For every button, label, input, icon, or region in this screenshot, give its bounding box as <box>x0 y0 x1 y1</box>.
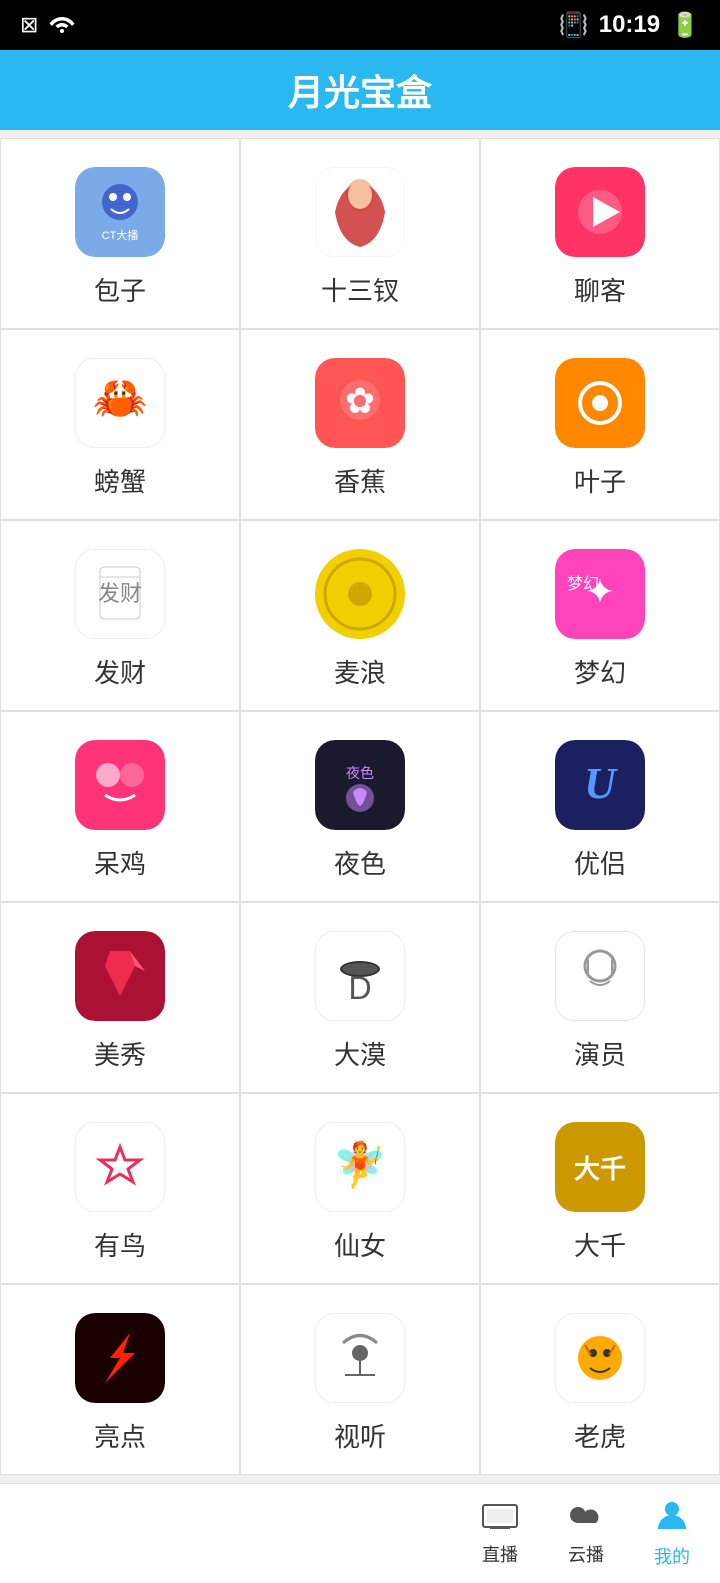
app-item-youou[interactable]: U 优侣 <box>480 711 720 902</box>
battery-icon: 🔋 <box>670 11 700 40</box>
app-icon-yanyuan <box>555 931 645 1021</box>
svg-text:✿: ✿ <box>345 380 375 421</box>
nav-cloud-label: 云播 <box>568 1541 604 1567</box>
app-label-liaoke: 聊客 <box>574 271 626 308</box>
svg-text:CT大播: CT大播 <box>102 228 139 242</box>
app-item-mailang[interactable]: 麦浪 <box>240 520 480 711</box>
app-icon-menghuan: ✦梦幻 <box>555 549 645 639</box>
app-item-xianv[interactable]: 🧚 仙女 <box>240 1093 480 1284</box>
svg-text:大千: 大千 <box>574 1154 626 1184</box>
person-icon <box>657 1499 687 1539</box>
app-label-baozi: 包子 <box>94 271 146 308</box>
app-item-shisanchai[interactable]: 十三钗 <box>240 138 480 329</box>
app-icon-laohu <box>555 1313 645 1403</box>
app-item-yanyuan[interactable]: 演员 <box>480 902 720 1093</box>
app-icon-damo: D <box>315 931 405 1021</box>
cloud-icon <box>568 1500 604 1537</box>
app-item-yezi[interactable]: 叶子 <box>480 329 720 520</box>
app-label-shisanchai: 十三钗 <box>321 271 399 308</box>
svg-text:梦幻: 梦幻 <box>567 575 599 593</box>
app-label-chujji: 呆鸡 <box>94 844 146 881</box>
app-item-facai[interactable]: 发财发财 <box>0 520 240 711</box>
app-icon-youniao <box>75 1122 165 1212</box>
app-label-meixiu: 美秀 <box>94 1035 146 1072</box>
app-label-shiting: 视听 <box>334 1417 386 1454</box>
app-item-liaoke[interactable]: 聊客 <box>480 138 720 329</box>
vibrate-icon: 📳 <box>559 11 589 40</box>
svg-text:夜色: 夜色 <box>346 765 374 781</box>
app-item-xiangjiao[interactable]: ✿ 香蕉 <box>240 329 480 520</box>
nav-item-tv[interactable]: 直播 <box>482 1500 518 1567</box>
app-grid: CT大播包子十三钗聊客🦀螃蟹✿香蕉叶子发财发财麦浪✦梦幻梦幻呆鸡夜色夜色U优侣美… <box>0 138 720 1475</box>
app-item-daqian[interactable]: 大千大千 <box>480 1093 720 1284</box>
app-icon-youou: U <box>555 740 645 830</box>
app-icon-xiangjiao: ✿ <box>315 358 405 448</box>
app-label-yezi: 叶子 <box>574 462 626 499</box>
app-icon-facai: 发财 <box>75 549 165 639</box>
nav-mine-label: 我的 <box>654 1543 690 1569</box>
app-item-damo[interactable]: D 大漠 <box>240 902 480 1093</box>
app-label-pangxie: 螃蟹 <box>94 462 146 499</box>
app-label-mailang: 麦浪 <box>334 653 386 690</box>
svg-text:U: U <box>584 759 618 808</box>
app-label-youniao: 有鸟 <box>94 1226 146 1263</box>
svg-text:🧚: 🧚 <box>333 1140 388 1190</box>
app-icon-shiting <box>315 1313 405 1403</box>
app-icon-daqian: 大千 <box>555 1122 645 1212</box>
page-title: 月光宝盒 <box>288 64 432 116</box>
svg-text:D: D <box>348 970 371 1006</box>
app-label-facai: 发财 <box>94 653 146 690</box>
nav-item-cloud[interactable]: 云播 <box>568 1500 604 1567</box>
tv-icon <box>482 1500 518 1537</box>
app-label-menghuan: 梦幻 <box>574 653 626 690</box>
app-icon-yese: 夜色 <box>315 740 405 830</box>
app-icon-xianv: 🧚 <box>315 1122 405 1212</box>
app-icon-liangdian <box>75 1313 165 1403</box>
app-label-xianv: 仙女 <box>334 1226 386 1263</box>
time-display: 10:19 <box>599 11 660 39</box>
app-icon-mailang <box>315 549 405 639</box>
app-label-laohu: 老虎 <box>574 1417 626 1454</box>
app-icon-meixiu <box>75 931 165 1021</box>
nav-item-mine[interactable]: 我的 <box>654 1499 690 1569</box>
app-label-yanyuan: 演员 <box>574 1035 626 1072</box>
app-icon-yezi <box>555 358 645 448</box>
app-item-youniao[interactable]: 有鸟 <box>0 1093 240 1284</box>
app-item-chujji[interactable]: 呆鸡 <box>0 711 240 902</box>
app-label-youou: 优侣 <box>574 844 626 881</box>
app-item-pangxie[interactable]: 🦀 螃蟹 <box>0 329 240 520</box>
wifi-icon <box>48 11 76 39</box>
app-label-damo: 大漠 <box>334 1035 386 1072</box>
app-icon-liaoke <box>555 167 645 257</box>
signal-icon: ⊠ <box>20 12 38 38</box>
status-left-icons: ⊠ <box>20 11 76 39</box>
app-label-xiangjiao: 香蕉 <box>334 462 386 499</box>
status-bar: ⊠ 📳 10:19 🔋 <box>0 0 720 50</box>
app-icon-pangxie: 🦀 <box>75 358 165 448</box>
app-icon-baozi: CT大播 <box>75 167 165 257</box>
app-label-liangdian: 亮点 <box>94 1417 146 1454</box>
app-item-laohu[interactable]: 老虎 <box>480 1284 720 1475</box>
app-icon-shisanchai <box>315 167 405 257</box>
svg-text:🦀: 🦀 <box>93 374 148 423</box>
app-header: 月光宝盒 <box>0 50 720 130</box>
status-right-icons: 📳 10:19 🔋 <box>559 11 700 40</box>
app-item-meixiu[interactable]: 美秀 <box>0 902 240 1093</box>
app-icon-chujji <box>75 740 165 830</box>
bottom-navigation: 直播 云播 我的 <box>0 1483 720 1583</box>
app-item-baozi[interactable]: CT大播包子 <box>0 138 240 329</box>
app-label-yese: 夜色 <box>334 844 386 881</box>
app-grid-container: CT大播包子十三钗聊客🦀螃蟹✿香蕉叶子发财发财麦浪✦梦幻梦幻呆鸡夜色夜色U优侣美… <box>0 130 720 1483</box>
app-label-daqian: 大千 <box>574 1226 626 1263</box>
app-item-menghuan[interactable]: ✦梦幻梦幻 <box>480 520 720 711</box>
app-item-shiting[interactable]: 视听 <box>240 1284 480 1475</box>
app-item-yese[interactable]: 夜色夜色 <box>240 711 480 902</box>
app-item-liangdian[interactable]: 亮点 <box>0 1284 240 1475</box>
nav-tv-label: 直播 <box>482 1541 518 1567</box>
svg-text:发财: 发财 <box>98 581 142 606</box>
